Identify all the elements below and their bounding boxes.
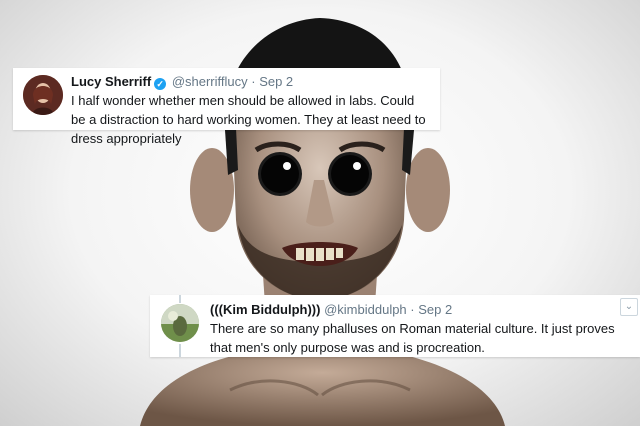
timestamp[interactable]: · Sep 2 — [410, 302, 452, 317]
timestamp[interactable]: · Sep 2 — [251, 74, 293, 89]
display-name[interactable]: (((Kim Biddulph))) — [210, 302, 320, 317]
tweet-header: Lucy Sherriff ✓ @sherrifflucy · Sep 2 — [71, 74, 293, 90]
chevron-down-icon[interactable]: ⌄ — [620, 298, 638, 316]
tweet-header: (((Kim Biddulph))) @kimbiddulph · Sep 2 — [210, 302, 452, 317]
tweet-text: There are so many phalluses on Roman mat… — [210, 321, 615, 355]
verified-check-icon: ✓ — [154, 78, 167, 90]
handle[interactable]: @kimbiddulph — [324, 302, 407, 317]
caricature-illustration — [140, 18, 505, 426]
avatar[interactable] — [161, 304, 199, 342]
handle[interactable]: @sherrifflucy — [172, 74, 248, 89]
thread-line — [179, 295, 181, 303]
tweet-card-kim[interactable]: (((Kim Biddulph))) @kimbiddulph · Sep 2 … — [150, 295, 640, 357]
thread-line — [179, 344, 181, 357]
avatar[interactable] — [23, 75, 63, 115]
avatar-image-icon — [161, 304, 199, 342]
tweet-card-lucy[interactable]: Lucy Sherriff ✓ @sherrifflucy · Sep 2 I h… — [13, 68, 440, 146]
tweet-text: I half wonder whether men should be allo… — [71, 93, 426, 146]
avatar-image-icon — [23, 75, 63, 115]
display-name[interactable]: Lucy Sherriff — [71, 74, 151, 89]
